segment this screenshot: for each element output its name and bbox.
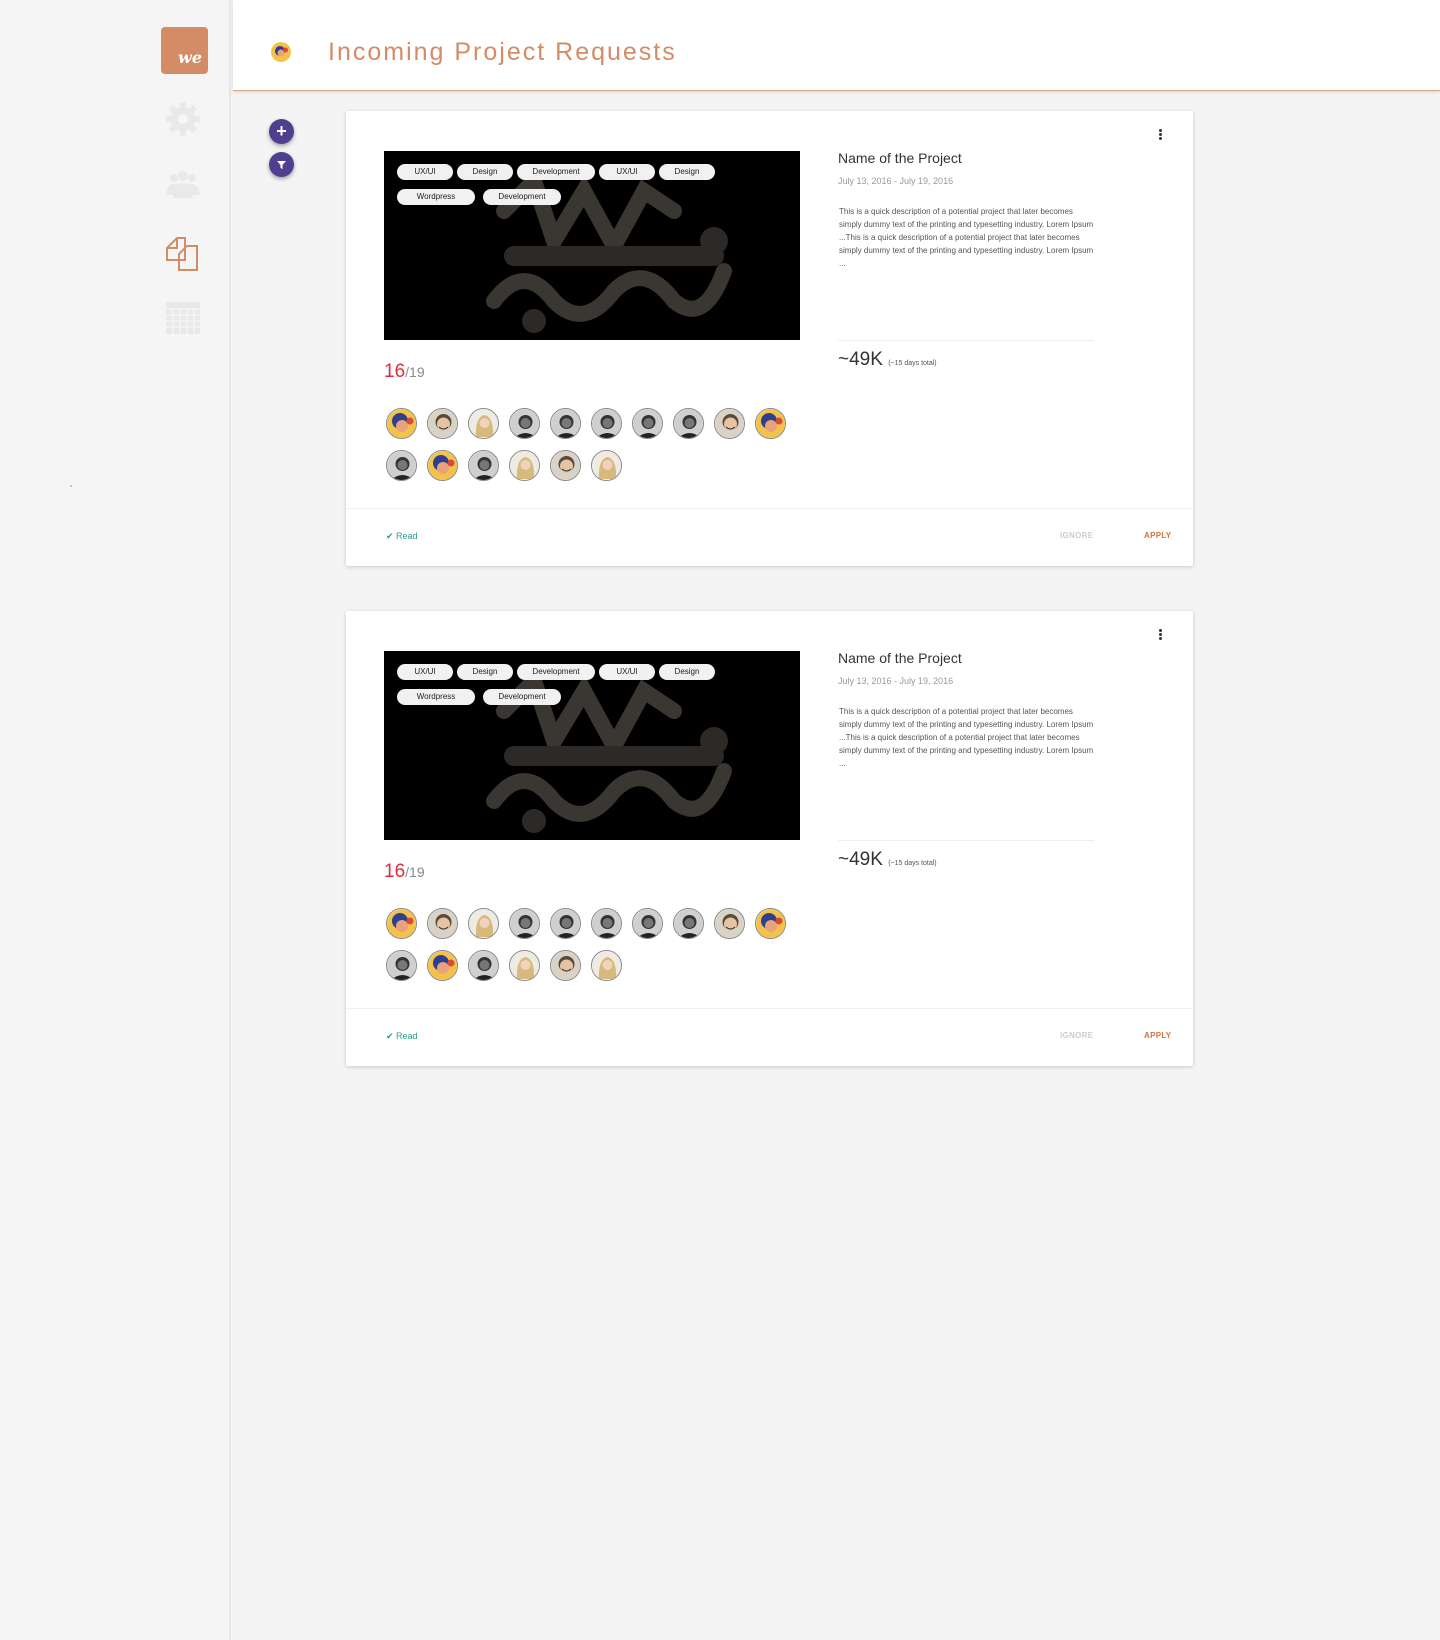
applicant-avatar[interactable] (591, 450, 622, 481)
tag-chip: Design (457, 664, 513, 680)
applicant-avatar[interactable] (468, 908, 499, 939)
project-dates: July 13, 2016 - July 19, 2016 (838, 176, 954, 186)
user-avatar[interactable] (271, 42, 291, 62)
project-card: UX/UI Design Development UX/UI Design Wordpre… (346, 111, 1193, 566)
applicant-avatar[interactable] (386, 450, 417, 481)
tag-list: UX/UI Design Development UX/UI Design Wordpre… (397, 164, 747, 214)
applicant-avatars (386, 908, 806, 992)
applicant-avatar[interactable] (755, 408, 786, 439)
sidebar: we (0, 0, 231, 1640)
ignore-button[interactable]: IGNORE (1060, 1031, 1093, 1040)
applicant-avatar[interactable] (509, 950, 540, 981)
applicant-avatar[interactable] (427, 950, 458, 981)
read-indicator[interactable]: ✔ Read (386, 1031, 418, 1042)
project-description: This is a quick description of a potenti… (839, 207, 1094, 268)
stray-dot (70, 485, 72, 487)
tag-chip: Design (659, 664, 715, 680)
applicant-count: 16/19 (384, 861, 425, 883)
filter-icon (277, 161, 286, 169)
applicant-avatar[interactable] (714, 408, 745, 439)
tag-chip: Wordpress (397, 689, 475, 705)
applicant-avatar[interactable] (427, 450, 458, 481)
tag-chip: Wordpress (397, 189, 475, 205)
applicant-avatar[interactable] (509, 908, 540, 939)
project-cover-image: UX/UI Design Development UX/UI Design Wordpre… (384, 651, 800, 840)
calendar-icon[interactable] (163, 297, 203, 337)
project-dates: July 13, 2016 - July 19, 2016 (838, 676, 954, 686)
divider (838, 840, 1094, 841)
count-total: /19 (405, 364, 425, 380)
top-bar: Incoming Project Requests (233, 0, 1440, 91)
read-indicator[interactable]: ✔ Read (386, 531, 418, 542)
applicant-avatar[interactable] (673, 408, 704, 439)
applicant-avatar[interactable] (468, 950, 499, 981)
tag-chip: UX/UI (397, 664, 453, 680)
documents-icon[interactable] (163, 232, 203, 272)
applicant-avatar[interactable] (550, 450, 581, 481)
applicant-avatar[interactable] (591, 408, 622, 439)
gear-icon[interactable] (163, 99, 203, 139)
applicant-avatar[interactable] (509, 408, 540, 439)
applicant-avatar[interactable] (509, 450, 540, 481)
people-icon[interactable] (163, 165, 203, 205)
applicant-avatar[interactable] (468, 450, 499, 481)
tag-list: UX/UI Design Development UX/UI Design Wordpre… (397, 664, 747, 714)
tag-chip: Development (517, 164, 595, 180)
project-budget: ~49K (~15 days total) (838, 349, 937, 370)
tag-chip: UX/UI (599, 664, 655, 680)
page-title: Incoming Project Requests (328, 38, 677, 66)
ignore-button[interactable]: IGNORE (1060, 531, 1093, 540)
apply-button[interactable]: APPLY (1144, 531, 1171, 540)
tag-chip: Development (483, 189, 561, 205)
applicant-avatar[interactable] (550, 908, 581, 939)
applicant-count: 16/19 (384, 361, 425, 383)
applicant-avatar[interactable] (386, 908, 417, 939)
more-options-icon[interactable] (1159, 629, 1163, 641)
applicant-avatar[interactable] (427, 908, 458, 939)
applicant-avatar[interactable] (673, 908, 704, 939)
card-actions: ✔ Read IGNORE APPLY (346, 508, 1193, 566)
applicant-avatar[interactable] (386, 950, 417, 981)
project-name: Name of the Project (838, 650, 962, 666)
apply-button[interactable]: APPLY (1144, 1031, 1171, 1040)
tag-chip: Development (517, 664, 595, 680)
divider (838, 340, 1094, 341)
project-name: Name of the Project (838, 150, 962, 166)
more-options-icon[interactable] (1159, 129, 1163, 141)
tag-chip: UX/UI (599, 164, 655, 180)
count-filled: 16 (384, 861, 406, 882)
applicant-avatar[interactable] (755, 908, 786, 939)
tag-chip: Design (457, 164, 513, 180)
project-cover-image: UX/UI Design Development UX/UI Design Wordpre… (384, 151, 800, 340)
applicant-avatar[interactable] (591, 908, 622, 939)
project-budget: ~49K (~15 days total) (838, 849, 937, 870)
project-card: UX/UI Design Development UX/UI Design Wordpre… (346, 611, 1193, 1066)
applicant-avatar[interactable] (550, 950, 581, 981)
applicant-avatar[interactable] (714, 908, 745, 939)
filter-button[interactable] (269, 152, 294, 177)
applicant-avatar[interactable] (386, 408, 417, 439)
tag-chip: Design (659, 164, 715, 180)
applicant-avatar[interactable] (632, 908, 663, 939)
tag-chip: UX/UI (397, 164, 453, 180)
tag-chip: Development (483, 689, 561, 705)
applicant-avatar[interactable] (427, 408, 458, 439)
project-description: This is a quick description of a potenti… (839, 707, 1094, 768)
count-total: /19 (405, 864, 425, 880)
applicant-avatars (386, 408, 806, 492)
applicant-avatar[interactable] (468, 408, 499, 439)
applicant-avatar[interactable] (550, 408, 581, 439)
count-filled: 16 (384, 361, 406, 382)
applicant-avatar[interactable] (591, 950, 622, 981)
logo-text: we (178, 48, 202, 67)
applicant-avatar[interactable] (632, 408, 663, 439)
app-logo[interactable]: we (161, 27, 208, 74)
card-actions: ✔ Read IGNORE APPLY (346, 1008, 1193, 1066)
add-project-button[interactable]: + (269, 119, 294, 144)
